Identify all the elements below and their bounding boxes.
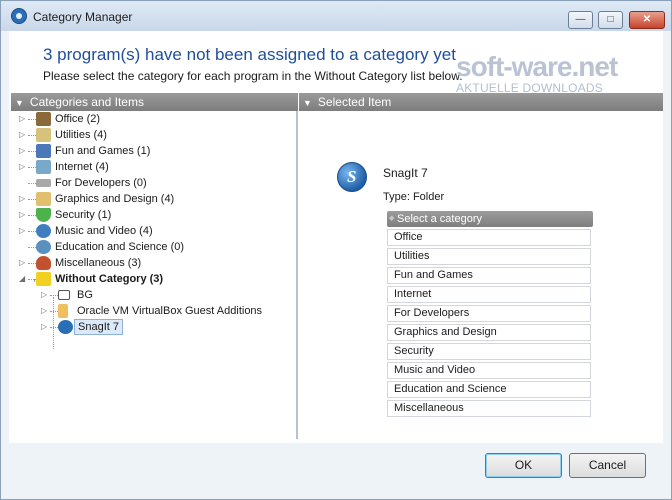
- security-icon: [36, 208, 51, 222]
- category-option-utilities[interactable]: Utilities: [387, 248, 591, 265]
- close-button[interactable]: ✕: [629, 11, 665, 29]
- tree-item-label: Security (1): [55, 209, 112, 221]
- tree-item-label: Fun and Games (1): [55, 145, 151, 157]
- category-option-education-and-science[interactable]: Education and Science: [387, 381, 591, 398]
- utilities-icon: [36, 128, 51, 142]
- category-option-music-and-video[interactable]: Music and Video: [387, 362, 591, 379]
- app-icon: [11, 8, 27, 24]
- selected-item-pane-header[interactable]: ▼ Selected Item: [299, 93, 663, 111]
- category-option-graphics-and-design[interactable]: Graphics and Design: [387, 324, 591, 341]
- tree-item-label: Office (2): [55, 113, 101, 125]
- categories-pane-title: Categories and Items: [29, 95, 144, 109]
- category-option-fun-and-games[interactable]: Fun and Games: [387, 267, 591, 284]
- collapse-chevron-icon: ▼: [303, 98, 312, 108]
- category-option-miscellaneous[interactable]: Miscellaneous: [387, 400, 591, 417]
- music-icon: [36, 224, 51, 238]
- category-option-list: Office Utilities Fun and Games Internet …: [387, 229, 591, 419]
- collapse-chevron-icon: ▼: [15, 98, 24, 108]
- snagit-icon: [58, 320, 73, 334]
- category-option-internet[interactable]: Internet: [387, 286, 591, 303]
- dialog-footer: OK Cancel: [1, 443, 671, 499]
- selected-item-pane-title: Selected Item: [317, 95, 392, 109]
- without-category-icon: [36, 272, 51, 286]
- dialog-content: 3 program(s) have not been assigned to a…: [9, 31, 663, 443]
- ok-button[interactable]: OK: [485, 453, 562, 478]
- selected-program-name: SnagIt 7: [383, 166, 428, 180]
- category-option-for-developers[interactable]: For Developers: [387, 305, 591, 322]
- watermark: soft-ware.net AKTUELLE DOWNLOADS: [456, 51, 618, 96]
- tree-item-label: Oracle VM VirtualBox Guest Additions: [77, 305, 263, 317]
- tree-item-label: BG: [77, 289, 93, 301]
- maximize-button[interactable]: □: [598, 11, 623, 29]
- page-title: 3 program(s) have not been assigned to a…: [43, 45, 456, 64]
- tree-item-label: Utilities (4): [55, 129, 107, 141]
- tree-item-label: Without Category (3): [55, 273, 164, 285]
- watermark-logo: soft-ware.net: [456, 51, 618, 82]
- selected-item-pane: SnagIt 7 Type: Folder Select a category …: [300, 111, 663, 439]
- tree-item-label: Miscellaneous (3): [55, 257, 142, 269]
- category-manager-window: Category Manager — □ ✕ 3 program(s) have…: [0, 0, 672, 500]
- tree-item-label: Education and Science (0): [55, 241, 185, 253]
- tree-item-label: Internet (4): [55, 161, 109, 173]
- folder-icon: [58, 304, 68, 318]
- category-select-header: Select a category: [387, 211, 593, 227]
- category-option-security[interactable]: Security: [387, 343, 591, 360]
- tree-item-label: SnagIt 7: [74, 319, 123, 335]
- page-subtitle: Please select the category for each prog…: [43, 69, 463, 83]
- category-option-office[interactable]: Office: [387, 229, 591, 246]
- cancel-button[interactable]: Cancel: [569, 453, 646, 478]
- developers-icon: [36, 179, 51, 187]
- title-bar[interactable]: Category Manager — □ ✕: [1, 1, 671, 31]
- tree-item-label: Graphics and Design (4): [55, 193, 175, 205]
- tree-connector: [53, 297, 54, 349]
- misc-icon: [36, 256, 51, 270]
- minimize-button[interactable]: —: [568, 11, 593, 29]
- snagit-icon: [337, 162, 367, 192]
- category-tree: ▷ Office (2) ▷ Utilities (4) ▷ Fun and G…: [11, 111, 298, 439]
- selected-program-type: Type: Folder: [383, 191, 445, 203]
- education-icon: [36, 240, 51, 254]
- graphics-icon: [36, 192, 51, 206]
- window-title: Category Manager: [33, 10, 133, 24]
- internet-icon: [36, 160, 51, 174]
- tree-item-label: For Developers (0): [55, 177, 147, 189]
- folder-icon: [58, 290, 70, 300]
- office-icon: [36, 112, 51, 126]
- categories-pane-header[interactable]: ▼ Categories and Items: [11, 93, 298, 111]
- games-icon: [36, 144, 51, 158]
- tree-item-label: Music and Video (4): [55, 225, 153, 237]
